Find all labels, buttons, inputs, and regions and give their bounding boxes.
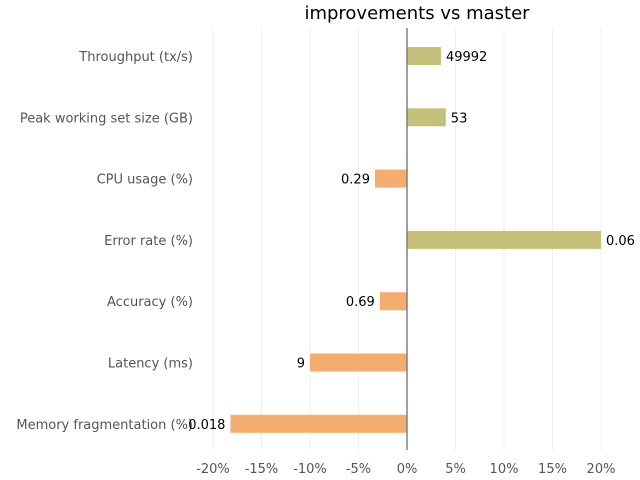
bars bbox=[230, 47, 601, 433]
x-tick-label: 10% bbox=[490, 462, 519, 477]
x-tick-label: -20% bbox=[196, 462, 230, 477]
x-tick-label: -15% bbox=[245, 462, 279, 477]
x-tick-labels: -20% -15% -10% -5% 0% 5% 10% 15% 20% bbox=[196, 462, 615, 477]
bar bbox=[310, 353, 407, 372]
x-tick-label: -5% bbox=[346, 462, 371, 477]
data-label: 0.29 bbox=[341, 173, 370, 188]
category-label: Latency (ms) bbox=[108, 357, 193, 372]
category-label: Throughput (tx/s) bbox=[78, 50, 193, 65]
data-label: 9 bbox=[297, 357, 305, 372]
x-tick-label: -10% bbox=[293, 462, 327, 477]
chart-title: improvements vs master bbox=[304, 3, 530, 24]
bar-chart: improvements vs master Throughput (tx/s)… bbox=[16, 3, 635, 477]
bar bbox=[407, 47, 441, 65]
bar bbox=[374, 169, 407, 188]
data-label: 0.018 bbox=[188, 418, 225, 433]
data-label: 0.06 bbox=[606, 234, 635, 249]
category-label: Memory fragmentation (%) bbox=[16, 418, 193, 433]
data-label: 0.69 bbox=[346, 295, 375, 310]
category-labels: Throughput (tx/s) Peak working set size (… bbox=[16, 50, 193, 433]
chart-container: improvements vs master Throughput (tx/s)… bbox=[0, 0, 640, 480]
bar bbox=[230, 414, 407, 433]
category-label: Peak working set size (GB) bbox=[20, 111, 193, 126]
data-label: 49992 bbox=[446, 50, 487, 65]
x-tick-label: 15% bbox=[538, 462, 567, 477]
x-tick-label: 20% bbox=[587, 462, 616, 477]
x-tick-label: 5% bbox=[445, 462, 466, 477]
bar bbox=[407, 108, 446, 127]
data-label: 53 bbox=[451, 111, 468, 126]
category-label: CPU usage (%) bbox=[97, 173, 193, 188]
category-label: Accuracy (%) bbox=[107, 295, 193, 310]
bar bbox=[379, 292, 407, 311]
x-tick-label: 0% bbox=[397, 462, 418, 477]
bar bbox=[407, 230, 601, 249]
category-label: Error rate (%) bbox=[104, 234, 193, 249]
